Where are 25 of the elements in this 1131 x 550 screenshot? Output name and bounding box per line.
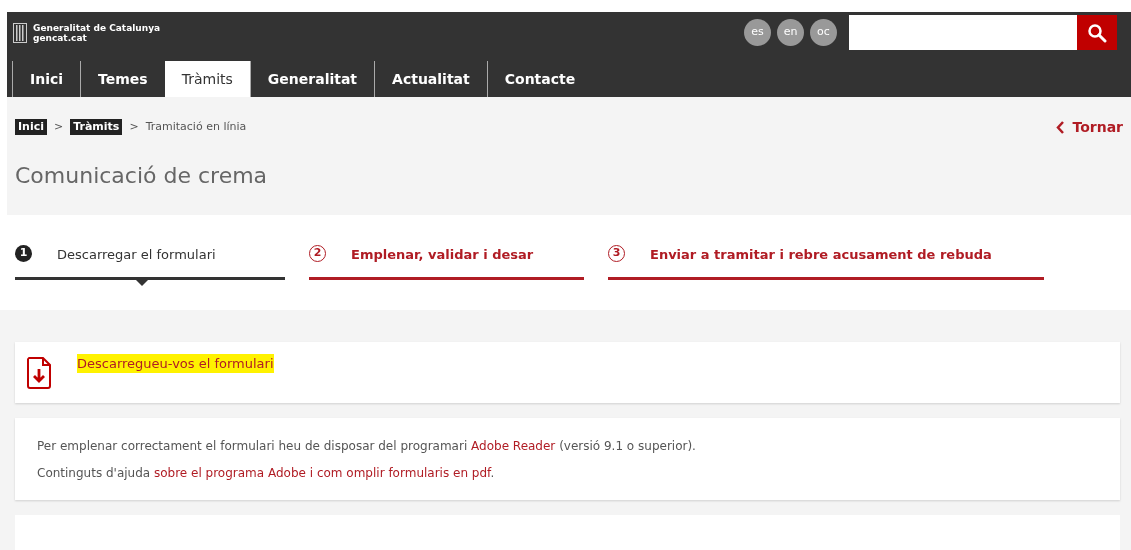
nav-tab[interactable]: Tràmits xyxy=(164,61,250,97)
step-number: 1 xyxy=(15,245,32,262)
chevron-left-icon xyxy=(1056,120,1065,134)
logo-text[interactable]: Generalitat de Catalunya xyxy=(33,22,161,33)
info-text: Per emplenar correctament el formulari heu de disposar del programari Adobe Reader (versió 9.1 o superior). xyxy=(37,437,697,455)
search-icon xyxy=(1087,22,1107,43)
breadcrumb-separator: > xyxy=(129,118,139,135)
search-button[interactable] xyxy=(1077,15,1117,50)
breadcrumb-separator: > xyxy=(54,118,64,135)
page-title: Comunicació de crema xyxy=(15,162,269,190)
step-tab[interactable]: 3 Enviar a tramitar i rebre acusament de rebuda xyxy=(608,245,1044,280)
download-link[interactable]: Descarregueu-vos el formulari xyxy=(77,353,274,374)
help-link[interactable]: Adobe Reader xyxy=(471,438,556,453)
pointer-icon xyxy=(136,280,148,286)
info-text: Continguts d'ajuda sobre el programa Adobe i com omplir formularis en pdf. xyxy=(37,464,496,482)
back-link[interactable]: Tornar xyxy=(1056,116,1123,138)
breadcrumb-current: Tramitació en línia xyxy=(145,118,247,135)
breadcrumb-link[interactable]: Tràmits xyxy=(70,118,123,136)
logo-icon xyxy=(13,22,27,43)
logo-text[interactable]: gencat.cat xyxy=(33,32,161,43)
breadcrumb-link[interactable]: Inici xyxy=(15,118,47,136)
step-tab[interactable]: 1 Descarregar el formulari xyxy=(15,245,285,280)
download-file-icon[interactable] xyxy=(27,356,51,389)
step-tab[interactable]: 2 Emplenar, validar i desar xyxy=(309,245,584,280)
search-field[interactable] xyxy=(849,15,1077,50)
